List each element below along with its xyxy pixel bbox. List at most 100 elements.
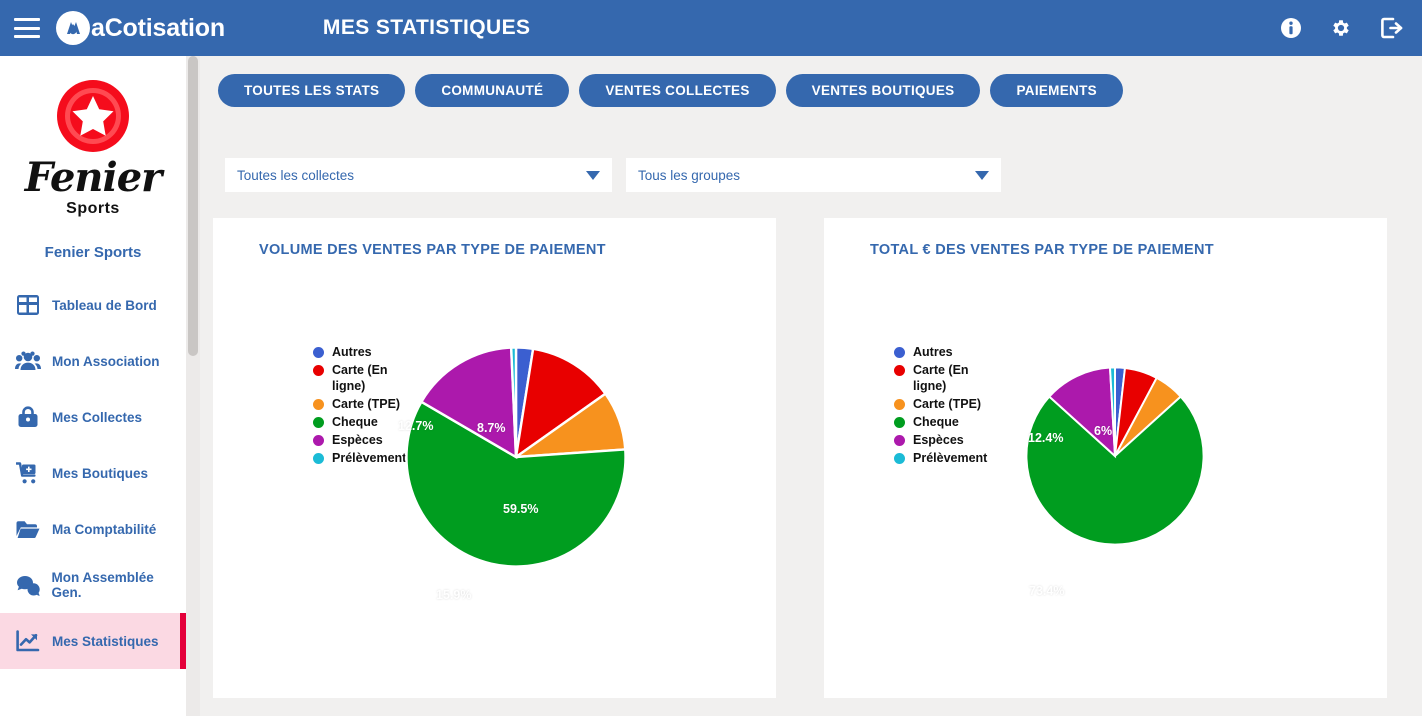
legend-item[interactable]: Carte (TPE) [313, 396, 412, 412]
total-ventes-legend: Autres Carte (En ligne) Carte (TPE) Cheq… [894, 344, 993, 468]
legend-item[interactable]: Espèces [894, 432, 993, 448]
collectes-select[interactable]: Toutes les collectes [225, 158, 612, 192]
tab-paiements[interactable]: PAIEMENTS [990, 74, 1123, 107]
filter-bar: Toutes les collectes Tous les groupes [200, 107, 1422, 192]
logo-wordmark: Fenier [24, 154, 162, 201]
sidebar-item-tableau-de-bord[interactable]: Tableau de Bord [0, 277, 186, 333]
legend-label: Cheque [332, 415, 378, 429]
brand-logo[interactable]: aCotisation [56, 11, 225, 45]
sidebar-item-label: Mon Association [52, 353, 160, 369]
legend-swatch-autres [894, 347, 905, 358]
pie-slice-label: 12.7% [398, 419, 434, 433]
speech-bubbles-icon [8, 575, 48, 596]
sidebar-item-label: Mes Statistiques [52, 633, 159, 649]
legend-swatch-autres [313, 347, 324, 358]
legend-label: Autres [332, 345, 372, 359]
hamburger-icon[interactable] [14, 18, 40, 38]
groupes-select-value: Tous les groupes [638, 167, 741, 183]
bag-icon [8, 406, 48, 428]
total-ventes-chart: Autres Carte (En ligne) Carte (TPE) Cheq… [824, 258, 1387, 658]
organisation-logo: Fenier Sports [0, 56, 186, 222]
sidebar-item-mes-statistiques[interactable]: Mes Statistiques [0, 613, 186, 669]
chevron-down-icon [975, 170, 989, 180]
main-content: TOUTES LES STATS COMMUNAUTÉ VENTES COLLE… [200, 56, 1422, 716]
legend-label: Carte (TPE) [332, 397, 401, 411]
legend-item[interactable]: Autres [894, 344, 993, 360]
legend-item[interactable]: Autres [313, 344, 412, 360]
legend-item[interactable]: Carte (En ligne) [894, 362, 993, 394]
tab-toutes-les-stats[interactable]: TOUTES LES STATS [218, 74, 406, 107]
volume-ventes-legend: Autres Carte (En ligne) Carte (TPE) Cheq… [313, 344, 412, 468]
sidebar-scrollbar[interactable] [186, 56, 200, 716]
legend-swatch-cheque [894, 417, 905, 428]
macotisation-logo-icon [56, 11, 90, 45]
sidebar-item-mon-association[interactable]: Mon Association [0, 333, 186, 389]
legend-label: Prélèvement [913, 451, 988, 465]
legend-label: Carte (En ligne) [332, 363, 388, 393]
collectes-select-value: Toutes les collectes [237, 167, 355, 183]
chevron-down-icon [586, 170, 600, 180]
legend-swatch-prelevement [894, 453, 905, 464]
gear-icon[interactable] [1330, 17, 1352, 39]
pie-slice-label: 73.4% [1029, 584, 1065, 598]
people-group-icon [8, 351, 48, 371]
legend-item[interactable]: Cheque [894, 414, 993, 430]
legend-item[interactable]: Prélèvement [894, 450, 993, 466]
folder-icon [8, 520, 48, 539]
legend-swatch-carte-en-ligne [894, 365, 905, 376]
charts-row: VOLUME DES VENTES PAR TYPE DE PAIEMENT A… [200, 192, 1422, 698]
tab-ventes-collectes[interactable]: VENTES COLLECTES [579, 74, 776, 107]
legend-swatch-prelevement [313, 453, 324, 464]
legend-label: Carte (En ligne) [913, 363, 969, 393]
logout-icon[interactable] [1380, 17, 1404, 39]
info-icon[interactable] [1280, 17, 1302, 39]
sidebar-item-mes-boutiques[interactable]: Mes Boutiques [0, 445, 186, 501]
shopping-cart-icon [8, 462, 48, 484]
sidebar-item-label: Ma Comptabilité [52, 521, 157, 537]
volume-ventes-chart: Autres Carte (En ligne) Carte (TPE) Cheq… [213, 258, 776, 658]
logo-subtext: Sports [66, 200, 120, 217]
total-ventes-card: TOTAL € DES VENTES PAR TYPE DE PAIEMENT … [824, 218, 1387, 698]
legend-label: Cheque [913, 415, 959, 429]
topbar-actions [1280, 17, 1422, 39]
total-ventes-pie[interactable] [1022, 363, 1208, 549]
volume-ventes-card: VOLUME DES VENTES PAR TYPE DE PAIEMENT A… [213, 218, 776, 698]
pie-slice-label: 6% [1094, 424, 1113, 438]
page-title: MES STATISTIQUES [322, 16, 531, 39]
legend-swatch-especes [894, 435, 905, 446]
pie-slice-label: 59.5% [503, 502, 539, 516]
legend-item[interactable]: Carte (TPE) [894, 396, 993, 412]
legend-swatch-carte-tpe [313, 399, 324, 410]
chart-line-icon [8, 630, 48, 652]
stats-tab-bar: TOUTES LES STATS COMMUNAUTÉ VENTES COLLE… [200, 56, 1422, 107]
legend-swatch-carte-en-ligne [313, 365, 324, 376]
brand-name: aCotisation [91, 13, 225, 42]
tab-ventes-boutiques[interactable]: VENTES BOUTIQUES [785, 74, 981, 107]
legend-item[interactable]: Espèces [313, 432, 412, 448]
fenier-sports-star-badge-icon [55, 78, 131, 154]
legend-label: Espèces [332, 433, 383, 447]
sidebar-item-label: Mes Collectes [52, 409, 143, 425]
pie-slice-label: 15.9% [436, 588, 472, 602]
top-bar: aCotisation MES STATISTIQUES [0, 0, 1422, 56]
groupes-select[interactable]: Tous les groupes [626, 158, 1001, 192]
sidebar-scrollbar-thumb[interactable] [188, 56, 198, 356]
sidebar-item-ma-comptabilite[interactable]: Ma Comptabilité [0, 501, 186, 557]
sidebar: Fenier Sports Fenier Sports Tableau de B… [0, 56, 186, 716]
organisation-name[interactable]: Fenier Sports [0, 244, 186, 261]
sidebar-item-label: Tableau de Bord [52, 297, 157, 313]
tab-communaute[interactable]: COMMUNAUTÉ [415, 74, 570, 107]
sidebar-item-mon-assemblee-gen[interactable]: Mon Assemblée Gen. [0, 557, 186, 613]
legend-item[interactable]: Prélèvement [313, 450, 412, 466]
volume-ventes-title: VOLUME DES VENTES PAR TYPE DE PAIEMENT [259, 242, 606, 258]
legend-label: Espèces [913, 433, 964, 447]
dashboard-grid-icon [8, 295, 48, 315]
sidebar-item-mes-collectes[interactable]: Mes Collectes [0, 389, 186, 445]
legend-label: Carte (TPE) [913, 397, 982, 411]
legend-swatch-cheque [313, 417, 324, 428]
volume-ventes-pie[interactable] [401, 342, 631, 572]
legend-item[interactable]: Carte (En ligne) [313, 362, 412, 394]
pie-slice-label: 12.4% [1028, 431, 1064, 445]
legend-label: Autres [913, 345, 953, 359]
legend-swatch-especes [313, 435, 324, 446]
